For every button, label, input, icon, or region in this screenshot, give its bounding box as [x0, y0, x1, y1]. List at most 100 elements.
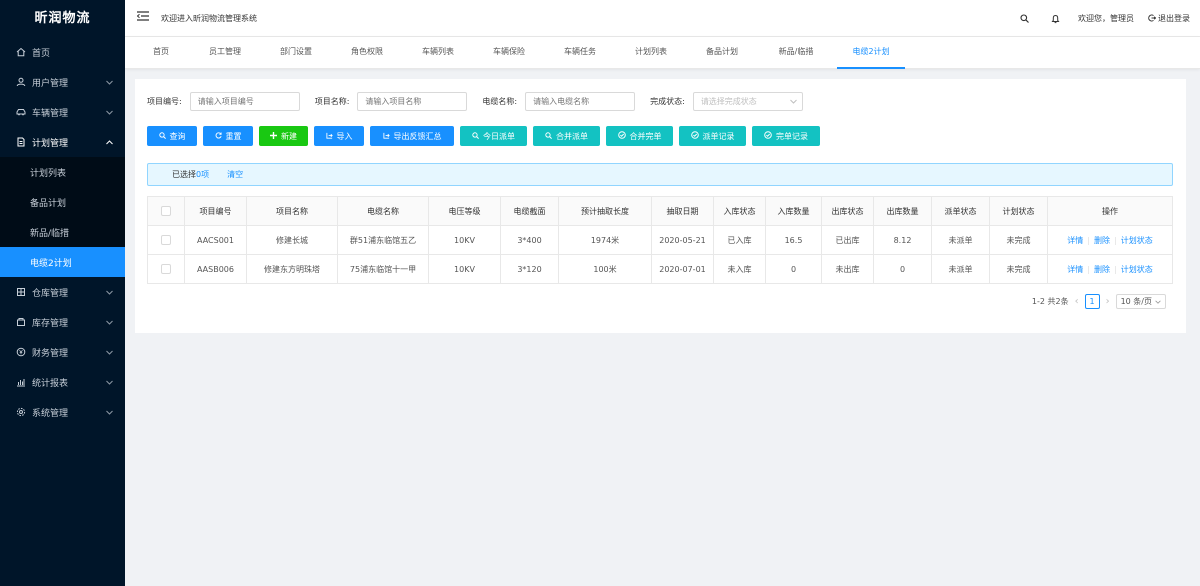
- divider: |: [1114, 235, 1117, 245]
- sidebar-item-vehicles[interactable]: 车辆管理: [0, 97, 125, 127]
- create-button[interactable]: 新建: [259, 126, 308, 146]
- export-icon: [382, 132, 390, 141]
- content-card: 项目编号: 项目名称: 电缆名称: 完成状态: 请选择完成状态 查询 重置 新建…: [135, 79, 1186, 333]
- welcome-text: 欢迎进入昕润物流管理系统: [161, 14, 257, 23]
- export-summary-button[interactable]: 导出反馈汇总: [370, 126, 454, 146]
- col-header: 出库数量: [873, 196, 932, 226]
- merge-dispatch-button[interactable]: 合并派单: [533, 126, 600, 146]
- tab-bar: 首页 员工管理 部门设置 角色权限 车辆列表 车辆保险 车辆任务 计划列表 备品…: [125, 37, 1200, 69]
- reset-button[interactable]: 重置: [203, 126, 253, 146]
- import-button[interactable]: 导入: [314, 126, 364, 146]
- document-icon: [14, 135, 28, 149]
- divider: |: [1087, 235, 1090, 245]
- row-select-cell[interactable]: [147, 254, 185, 284]
- sidebar-subitem-cable2-plan[interactable]: 电缆2计划: [0, 247, 125, 277]
- table-cell: 未派单: [931, 225, 990, 255]
- table-cell: AACS001: [184, 225, 247, 255]
- sidebar-subitem-plan-list[interactable]: 计划列表: [0, 157, 125, 187]
- dispatch-log-button[interactable]: 派单记录: [679, 126, 746, 146]
- sidebar-item-users[interactable]: 用户管理: [0, 67, 125, 97]
- query-button[interactable]: 查询: [147, 126, 197, 146]
- table-cell: 16.5: [765, 225, 822, 255]
- page-size-select[interactable]: 10 条/页: [1115, 294, 1166, 309]
- detail-link[interactable]: 详情: [1067, 236, 1083, 245]
- sidebar-item-warehouse[interactable]: 仓库管理: [0, 277, 125, 307]
- clear-selection-link[interactable]: 清空: [227, 169, 243, 180]
- tab-vehicle-tasks[interactable]: 车辆任务: [555, 37, 605, 69]
- project-name-input[interactable]: [357, 92, 468, 111]
- prev-page-icon[interactable]: ‹: [1075, 296, 1079, 307]
- row-checkbox[interactable]: [161, 235, 171, 245]
- sidebar-subitem-new-temp[interactable]: 新品/临措: [0, 217, 125, 247]
- sidebar-item-label: 统计报表: [32, 378, 69, 389]
- next-page-icon[interactable]: ›: [1106, 296, 1110, 307]
- sidebar-item-label: 系统管理: [32, 408, 69, 419]
- sidebar-item-plans[interactable]: 计划管理: [0, 127, 125, 157]
- col-header: 计划状态: [989, 196, 1048, 226]
- chevron-down-icon: [106, 318, 113, 328]
- complete-log-button[interactable]: 完单记录: [752, 126, 820, 146]
- tab-vehicle-insurance[interactable]: 车辆保险: [484, 37, 534, 69]
- status-label: 完成状态:: [650, 97, 685, 106]
- sidebar-item-home[interactable]: 首页: [0, 37, 125, 67]
- row-checkbox[interactable]: [161, 264, 171, 274]
- plan-status-link[interactable]: 计划状态: [1121, 236, 1153, 245]
- sidebar-item-finance[interactable]: 财务管理: [0, 337, 125, 367]
- sidebar-item-system[interactable]: 系统管理: [0, 397, 125, 427]
- today-dispatch-button[interactable]: 今日派单: [460, 126, 527, 146]
- project-no-input[interactable]: [189, 92, 300, 111]
- delete-link[interactable]: 删除: [1094, 265, 1110, 274]
- check-circle-icon: [617, 131, 626, 141]
- delete-link[interactable]: 删除: [1094, 236, 1110, 245]
- chevron-down-icon: [106, 408, 113, 418]
- tab-new-temp[interactable]: 新品/临措: [768, 37, 824, 69]
- tab-roles[interactable]: 角色权限: [342, 37, 392, 69]
- detail-link[interactable]: 详情: [1067, 265, 1083, 274]
- search-icon[interactable]: [1020, 14, 1029, 23]
- tab-spare-plan[interactable]: 备品计划: [697, 37, 747, 69]
- sidebar-item-inventory[interactable]: 库存管理: [0, 307, 125, 337]
- chart-icon: [14, 375, 28, 389]
- selection-prefix: 已选择: [172, 170, 196, 179]
- tab-cable2-plan[interactable]: 电缆2计划: [837, 37, 905, 69]
- bell-icon[interactable]: [1051, 14, 1060, 24]
- sidebar-subitem-spare-plan[interactable]: 备品计划: [0, 187, 125, 217]
- import-icon: [325, 132, 333, 141]
- row-select-cell[interactable]: [147, 225, 185, 255]
- select-all-cell[interactable]: [147, 196, 185, 226]
- select-all-checkbox[interactable]: [161, 206, 171, 216]
- search-icon: [472, 131, 479, 141]
- sidebar-item-reports[interactable]: 统计报表: [0, 367, 125, 397]
- divider: |: [1087, 264, 1090, 274]
- tab-departments[interactable]: 部门设置: [271, 37, 321, 69]
- col-header: 入库数量: [765, 196, 822, 226]
- table-cell: 未出库: [821, 254, 874, 284]
- table-cell: 已入库: [713, 225, 766, 255]
- car-icon: [14, 105, 28, 119]
- search-icon: [158, 131, 166, 141]
- plus-icon: [270, 131, 277, 141]
- merge-complete-button[interactable]: 合并完单: [606, 126, 673, 146]
- status-select[interactable]: 请选择完成状态: [692, 92, 803, 111]
- logout-link[interactable]: 退出登录: [1148, 13, 1190, 24]
- tab-employees[interactable]: 员工管理: [200, 37, 250, 69]
- menu-fold-icon[interactable]: [136, 11, 149, 24]
- tab-home[interactable]: 首页: [143, 37, 179, 69]
- cable-name-input[interactable]: [525, 92, 636, 111]
- chevron-down-icon: [106, 348, 113, 358]
- tab-plan-list[interactable]: 计划列表: [626, 37, 676, 69]
- table-cell: 75浦东临馆十一甲: [337, 254, 429, 284]
- page-number[interactable]: 1: [1084, 294, 1100, 309]
- table-cell: 修建东方明珠塔: [246, 254, 338, 284]
- table-cell: 10KV: [428, 254, 501, 284]
- chevron-down-icon: [789, 97, 797, 106]
- col-header: 电压等级: [428, 196, 501, 226]
- col-header: 项目编号: [184, 196, 247, 226]
- settings-icon: [14, 405, 28, 419]
- plan-status-link[interactable]: 计划状态: [1121, 265, 1153, 274]
- search-icon: [545, 131, 552, 141]
- col-header: 操作: [1047, 196, 1173, 226]
- table-cell: 3*120: [500, 254, 559, 284]
- tab-vehicle-list[interactable]: 车辆列表: [413, 37, 463, 69]
- action-buttons: 查询 重置 新建 导入 导出反馈汇总 今日派单 合并派单 合并完单 派单记录 完…: [147, 126, 820, 146]
